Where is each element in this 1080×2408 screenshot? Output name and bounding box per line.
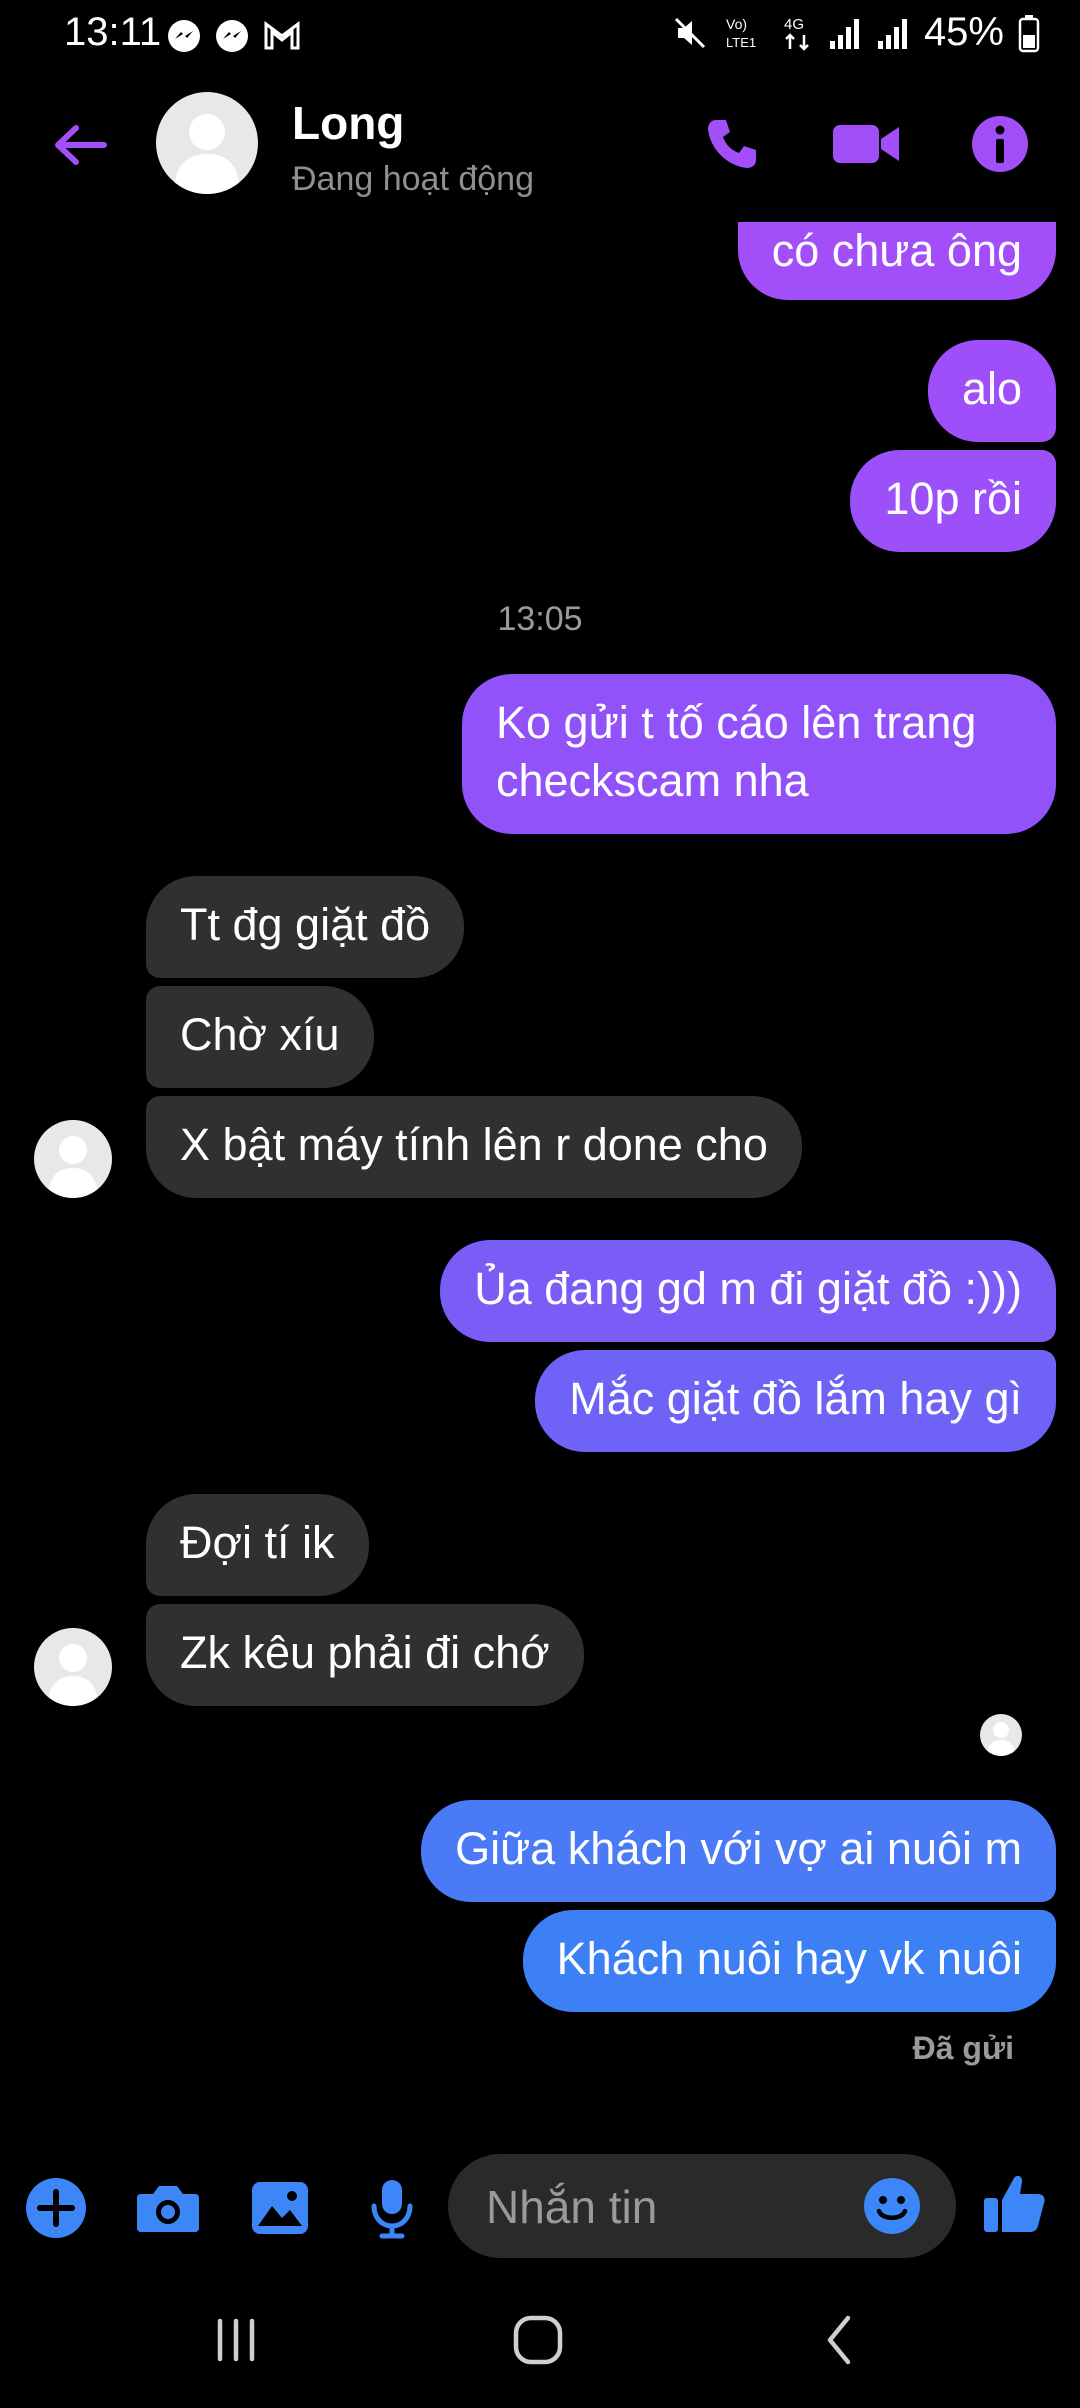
video-call-button-overlay[interactable] bbox=[826, 104, 906, 184]
message-line-2: checkscam nha bbox=[496, 755, 809, 806]
image-icon bbox=[252, 2182, 308, 2234]
outgoing-message[interactable]: Ủa đang gd m đi giặt đồ :))) bbox=[440, 1240, 1056, 1342]
home-icon bbox=[513, 2315, 563, 2365]
recent-apps-icon bbox=[217, 2318, 255, 2362]
outgoing-message[interactable]: Khách nuôi hay vk nuôi bbox=[522, 1910, 1056, 2012]
sent-status: Đã gửi bbox=[912, 2030, 1014, 2066]
contact-name-overlay[interactable]: Long bbox=[292, 96, 404, 150]
microphone-icon bbox=[371, 2180, 413, 2239]
sender-avatar[interactable] bbox=[34, 1120, 112, 1198]
home-button[interactable] bbox=[488, 2300, 588, 2380]
default-avatar-icon bbox=[48, 1644, 98, 1706]
recent-apps-button[interactable] bbox=[186, 2300, 286, 2380]
header-overlay: 13:11 Vo) LTE1 4G 45% Long Đang hoạt động bbox=[0, 0, 1080, 222]
incoming-message[interactable]: Đợi tí ik bbox=[146, 1494, 369, 1596]
thumbs-up-icon bbox=[984, 2175, 1045, 2232]
camera-button[interactable] bbox=[128, 2168, 208, 2248]
outgoing-message[interactable]: Giữa khách với vợ ai nuôi m bbox=[421, 1800, 1056, 1902]
sender-avatar[interactable] bbox=[34, 1628, 112, 1706]
camera-icon bbox=[137, 2186, 199, 2232]
outgoing-message[interactable]: 10p rồi bbox=[850, 450, 1056, 552]
incoming-message[interactable]: Chờ xíu bbox=[146, 986, 374, 1088]
info-button-overlay[interactable] bbox=[960, 104, 1040, 184]
svg-text:LTE1: LTE1 bbox=[726, 35, 756, 50]
incoming-message[interactable]: Zk kêu phải đi chớ bbox=[146, 1604, 584, 1706]
back-button-overlay[interactable] bbox=[40, 110, 120, 180]
battery-icon bbox=[1018, 14, 1040, 52]
chevron-left-icon bbox=[827, 2315, 851, 2365]
signal-icon-1 bbox=[829, 18, 859, 49]
back-arrow-icon bbox=[55, 125, 107, 165]
message-composer[interactable] bbox=[448, 2154, 956, 2258]
messenger-notification-icon bbox=[168, 20, 200, 52]
smiley-icon bbox=[864, 2178, 920, 2234]
message-input[interactable] bbox=[484, 2174, 848, 2240]
emoji-button[interactable] bbox=[862, 2176, 922, 2236]
status-time-overlay: 13:11 bbox=[64, 10, 162, 54]
notification-icons-overlay bbox=[166, 18, 302, 54]
gmail-notification-icon bbox=[264, 21, 300, 50]
video-camera-icon bbox=[833, 125, 899, 163]
default-avatar-icon bbox=[48, 1136, 98, 1198]
mute-icon bbox=[674, 17, 705, 48]
contact-status-overlay: Đang hoạt động bbox=[292, 160, 534, 198]
like-button[interactable] bbox=[972, 2160, 1058, 2246]
plus-icon bbox=[26, 2178, 86, 2238]
messenger-notification-icon-2 bbox=[216, 20, 248, 52]
svg-text:4G: 4G bbox=[784, 16, 804, 33]
outgoing-message-multiline[interactable]: Ko gửi t tố cáo lên trang checkscam nha bbox=[462, 674, 1056, 834]
system-back-button[interactable] bbox=[790, 2300, 890, 2380]
volte-icon: Vo) LTE1 bbox=[726, 16, 756, 50]
battery-percent-overlay: 45% bbox=[923, 10, 1004, 54]
4g-icon: 4G bbox=[784, 16, 809, 51]
phone-icon bbox=[708, 120, 756, 168]
voice-call-button-overlay[interactable] bbox=[694, 104, 770, 184]
more-actions-button[interactable] bbox=[16, 2168, 96, 2248]
outgoing-message[interactable]: Mắc giặt đồ lắm hay gì bbox=[535, 1350, 1056, 1452]
gallery-button[interactable] bbox=[240, 2168, 320, 2248]
seen-receipt-avatar bbox=[980, 1714, 1022, 1756]
incoming-message[interactable]: Tt đg giặt đồ bbox=[146, 876, 465, 978]
message-line-1: Ko gửi t tố cáo lên trang bbox=[496, 697, 977, 748]
voice-record-button[interactable] bbox=[352, 2168, 432, 2248]
signal-icon-2 bbox=[877, 18, 907, 49]
default-avatar-icon bbox=[174, 114, 240, 194]
timestamp: 13:05 bbox=[497, 600, 583, 638]
contact-avatar-overlay[interactable] bbox=[156, 92, 258, 194]
status-right-overlay: Vo) LTE1 4G 45% bbox=[670, 10, 1040, 55]
info-icon bbox=[972, 116, 1028, 172]
default-avatar-icon bbox=[987, 1722, 1015, 1756]
incoming-message[interactable]: X bật máy tính lên r done cho bbox=[146, 1096, 802, 1198]
svg-text:Vo): Vo) bbox=[726, 16, 747, 32]
outgoing-message[interactable]: alo bbox=[927, 340, 1056, 442]
